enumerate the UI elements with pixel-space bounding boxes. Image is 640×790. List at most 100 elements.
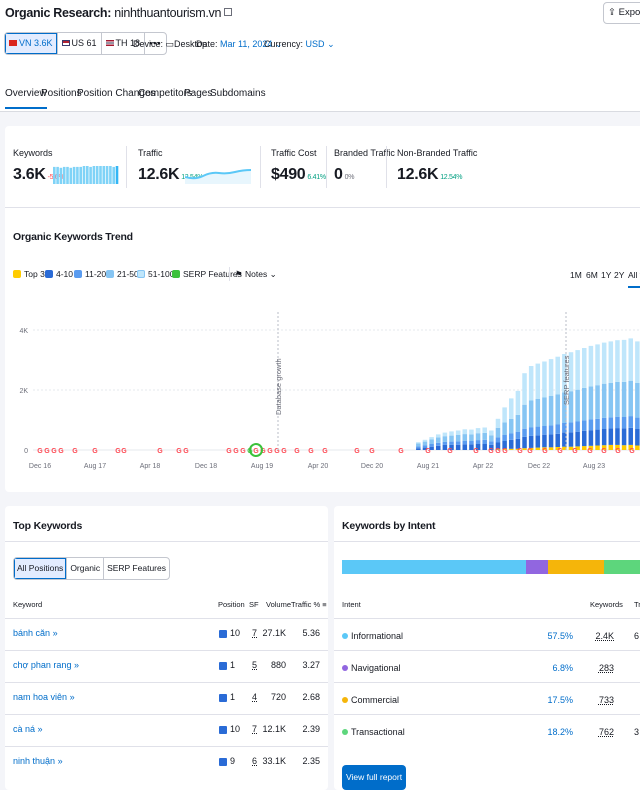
trend-bar-segment — [575, 431, 580, 447]
view-full-report-button[interactable]: View full report — [342, 765, 407, 790]
keyword-link[interactable]: ninh thuận » — [13, 756, 63, 766]
traffic-cell: 2.68 — [302, 692, 320, 702]
volume-cell: 27.1K — [262, 628, 286, 638]
col-volume[interactable]: Volume — [266, 600, 291, 609]
serp-feature-g-icon: G — [58, 448, 64, 455]
col-traffic[interactable]: Tr — [634, 600, 640, 609]
db-us[interactable]: US 61 — [58, 33, 102, 54]
trend-bar-segment — [489, 435, 494, 442]
export-button[interactable]: ⇪ Export to — [603, 2, 640, 24]
trend-bar-segment — [542, 361, 547, 398]
sparkline-bar — [109, 166, 112, 184]
range-6m[interactable]: 6M — [586, 270, 598, 280]
trend-bar-segment — [416, 446, 421, 449]
sf-cell[interactable]: 7 — [252, 724, 257, 734]
serp-feature-g-icon: G — [398, 448, 404, 455]
intent-keywords[interactable]: 2.4K — [590, 631, 614, 641]
segment-organic[interactable]: Organic — [67, 558, 105, 579]
trend-bar-segment — [608, 444, 614, 450]
legend-serp-features[interactable]: SERP Features — [172, 269, 242, 279]
trend-bar-segment — [435, 442, 441, 446]
intent-keywords[interactable]: 733 — [590, 695, 614, 705]
metric-traffic-cost-value[interactable]: $490 6.41% — [271, 166, 326, 184]
intent-keywords[interactable]: 283 — [590, 663, 614, 673]
db-us-label: US 61 — [71, 38, 97, 48]
x-tick-label: Aug 17 — [84, 463, 106, 470]
sparkline-bar — [112, 166, 115, 184]
intent-percent: 6.8% — [552, 663, 573, 673]
intent-keywords[interactable]: 762 — [590, 727, 614, 737]
domain-link[interactable]: ninhthuantourism.vn — [114, 6, 221, 20]
segment-all-positions[interactable]: All Positions — [14, 558, 68, 579]
keyword-link[interactable]: chợ phan rang » — [13, 660, 79, 670]
range-1y[interactable]: 1Y — [601, 270, 611, 280]
intent-bar-segment[interactable] — [547, 560, 604, 574]
trend-bar-segment — [502, 435, 507, 441]
trend-bar-segment — [475, 433, 481, 441]
legend-51-100[interactable]: 51-100 — [137, 269, 174, 279]
trend-bar-segment — [601, 342, 607, 384]
trend-bar-segment — [635, 445, 640, 450]
legend-11-20[interactable]: 11-20 — [74, 269, 106, 279]
col-keywords[interactable]: Keywords — [590, 600, 623, 609]
sparkline-bar — [79, 166, 82, 184]
legend-top3[interactable]: Top 3 — [13, 269, 45, 279]
tab-subdomains[interactable]: Subdomains — [210, 88, 266, 99]
trend-bar-segment — [548, 447, 554, 450]
trend-bar-segment — [429, 437, 434, 440]
currency-filter[interactable]: Currency: USD ⌄ — [264, 39, 335, 50]
metric-nonbranded-value[interactable]: 12.6K 12.54% — [397, 166, 462, 184]
sf-cell[interactable]: 6 — [252, 756, 257, 766]
range-2y[interactable]: 2Y — [614, 270, 624, 280]
intent-bar-segment[interactable] — [342, 560, 526, 574]
divider — [260, 146, 261, 188]
range-1m[interactable]: 1M — [570, 270, 582, 280]
keyword-link[interactable]: bánh căn » — [13, 628, 58, 638]
tab-pages[interactable]: Pages — [184, 88, 212, 99]
trend-bar-segment — [635, 429, 640, 446]
sf-cell[interactable]: 5 — [252, 660, 257, 670]
trend-bar-segment — [449, 441, 454, 445]
trend-bar-segment — [475, 428, 481, 434]
sparkline-bar — [56, 166, 59, 184]
keyword-link[interactable]: cà ná » — [13, 724, 43, 734]
trend-bar-segment — [522, 373, 527, 405]
legend-21-50[interactable]: 21-50 — [106, 269, 139, 279]
trend-bar-segment — [482, 444, 487, 450]
trend-bar-segment — [615, 416, 620, 429]
sf-cell[interactable]: 7 — [252, 628, 257, 638]
col-position[interactable]: Position — [218, 600, 245, 609]
notes-dropdown[interactable]: ⚑ Notes ⌄ — [235, 269, 277, 280]
nonbranded-delta: 12.54% — [440, 174, 463, 181]
trend-bar-segment — [595, 429, 600, 446]
db-vn[interactable]: VN 3.6K — [5, 33, 58, 54]
trend-bar-segment — [615, 428, 620, 445]
trend-bar-segment — [416, 442, 421, 444]
external-link-icon[interactable] — [224, 8, 233, 16]
trend-bar-segment — [588, 345, 594, 387]
intent-bar-segment[interactable] — [603, 560, 640, 574]
sf-cell[interactable]: 4 — [252, 692, 257, 702]
traffic-value: 12.6K — [138, 166, 180, 183]
metric-branded-value[interactable]: 0 0% — [334, 166, 354, 184]
x-tick-label: Apr 18 — [140, 463, 161, 470]
col-keyword[interactable]: Keyword — [13, 600, 42, 609]
trend-bar-segment — [575, 421, 580, 432]
keyword-link[interactable]: nam hoa viên » — [13, 692, 75, 702]
sparkline-bar — [99, 166, 102, 184]
tab-positions[interactable]: Positions — [41, 88, 82, 99]
intent-bar-segment[interactable] — [526, 560, 548, 574]
x-tick-label: Dec 18 — [195, 463, 217, 470]
legend-4-10[interactable]: 4-10 — [45, 269, 73, 279]
trend-bar-segment — [515, 414, 521, 432]
col-sf[interactable]: SF — [249, 600, 259, 609]
sparkline-bar — [53, 166, 56, 184]
col-traffic[interactable]: Traffic % ≡ — [291, 600, 327, 609]
y-tick-label: 2K — [19, 388, 28, 395]
position-cell: 1 — [219, 660, 235, 670]
x-tick-label: Dec 16 — [29, 463, 51, 470]
serp-feature-g-icon: G — [447, 448, 453, 455]
segment-serp-features[interactable]: SERP Features — [104, 558, 169, 579]
range-all-time[interactable]: All t — [628, 270, 640, 288]
trend-bar-segment — [548, 425, 554, 435]
